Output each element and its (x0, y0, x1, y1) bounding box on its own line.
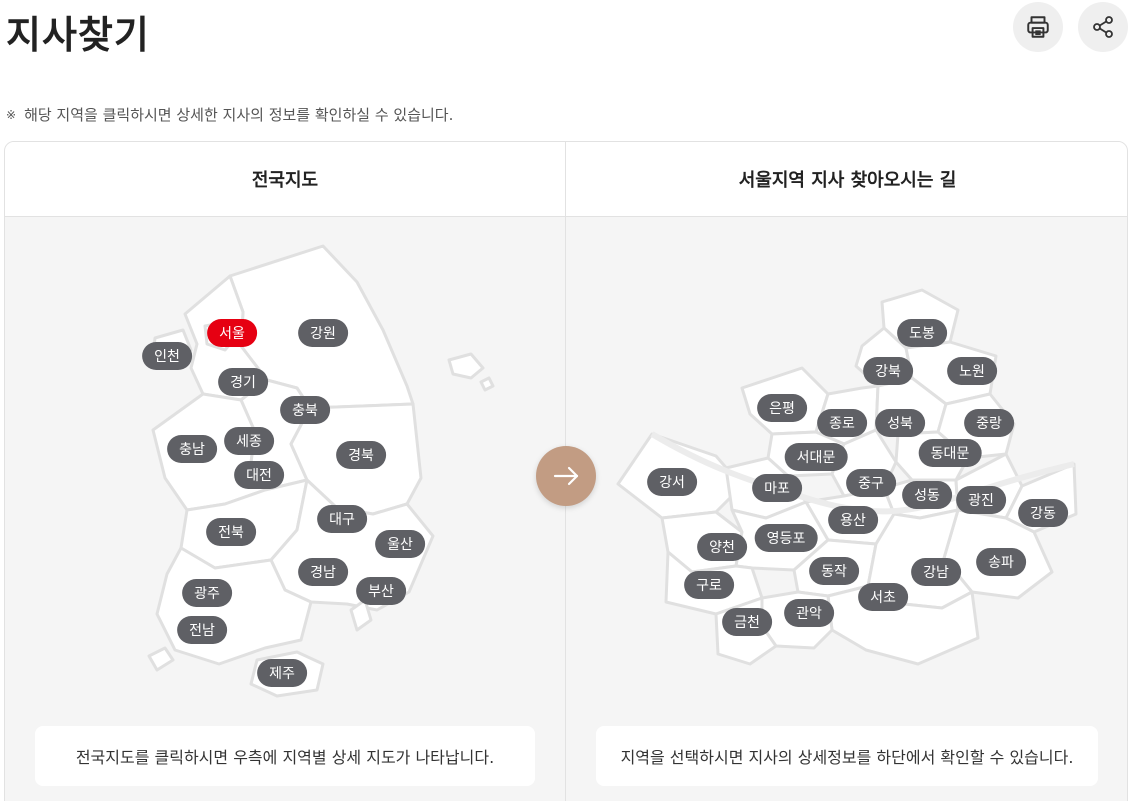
region-label-seoul[interactable]: 서울 (207, 319, 257, 347)
district-label-eunpyeong[interactable]: 은평 (757, 394, 807, 422)
district-label-seongbuk[interactable]: 성북 (875, 409, 925, 437)
notice: ※ 해당 지역을 클릭하시면 상세한 지사의 정보를 확인하실 수 있습니다. (6, 104, 453, 125)
next-map-button[interactable] (536, 446, 596, 506)
region-label-jeonnam[interactable]: 전남 (177, 616, 227, 644)
national-map-info: 전국지도를 클릭하시면 우측에 지역별 상세 지도가 나타납니다. (35, 726, 535, 786)
region-label-incheon[interactable]: 인천 (142, 342, 192, 370)
district-label-dongdaemun[interactable]: 동대문 (918, 439, 982, 467)
notice-text: 해당 지역을 클릭하시면 상세한 지사의 정보를 확인하실 수 있습니다. (24, 106, 454, 124)
region-label-jeonbuk[interactable]: 전북 (206, 518, 256, 546)
arrow-right-icon (553, 466, 579, 486)
seoul-map-column: 서울지역 지사 찾아오시는 길 지역을 선택하시면 지사의 상세정보를 하단에서… (565, 142, 1127, 801)
seoul-map-header: 서울지역 지사 찾아오시는 길 (566, 142, 1127, 217)
seoul-map-info: 지역을 선택하시면 지사의 상세정보를 하단에서 확인할 수 있습니다. (596, 726, 1098, 786)
district-label-mapo[interactable]: 마포 (752, 474, 802, 502)
district-label-junggu[interactable]: 중구 (846, 469, 896, 497)
national-map-column: 전국지도 전국지도를 클릭하시면 우측에 지역별 상세 지도가 나타납니다. (5, 142, 565, 801)
region-label-daejeon[interactable]: 대전 (234, 461, 284, 489)
district-label-yangcheon[interactable]: 양천 (697, 533, 747, 561)
region-label-gyeongbuk[interactable]: 경북 (336, 441, 386, 469)
district-label-jungnang[interactable]: 중랑 (964, 409, 1014, 437)
region-label-chungnam[interactable]: 충남 (167, 435, 217, 463)
district-label-nowon[interactable]: 노원 (947, 357, 997, 385)
map-island-sw (147, 646, 175, 672)
district-label-gangbuk[interactable]: 강북 (863, 357, 913, 385)
region-label-gyeongnam[interactable]: 경남 (298, 558, 348, 586)
district-label-seodaemun[interactable]: 서대문 (784, 443, 848, 471)
district-label-gangseo[interactable]: 강서 (647, 468, 697, 496)
region-label-busan[interactable]: 부산 (356, 577, 406, 605)
korea-map (147, 244, 495, 698)
region-label-gangwon[interactable]: 강원 (298, 319, 348, 347)
district-label-yongsan[interactable]: 용산 (828, 506, 878, 534)
print-button[interactable] (1013, 2, 1063, 52)
district-label-songpa[interactable]: 송파 (976, 548, 1026, 576)
share-icon (1093, 16, 1113, 38)
district-label-guro[interactable]: 구로 (684, 571, 734, 599)
district-label-dobong[interactable]: 도봉 (897, 319, 947, 347)
region-label-sejong[interactable]: 세종 (224, 427, 274, 455)
branch-map-panel: 전국지도 전국지도를 클릭하시면 우측에 지역별 상세 지도가 나타납니다. 서… (4, 141, 1128, 801)
district-label-gangnam[interactable]: 강남 (911, 558, 961, 586)
map-island-dokdo (479, 376, 495, 392)
page-title: 지사찾기 (6, 13, 150, 57)
district-label-geumcheon[interactable]: 금천 (722, 608, 772, 636)
district-label-gangdong[interactable]: 강동 (1018, 499, 1068, 527)
region-label-daegu[interactable]: 대구 (317, 505, 367, 533)
district-label-yeongdeungpo[interactable]: 영등포 (754, 524, 818, 552)
region-label-gyeonggi[interactable]: 경기 (218, 368, 268, 396)
district-label-seocho[interactable]: 서초 (858, 583, 908, 611)
district-label-seongdong[interactable]: 성동 (902, 481, 952, 509)
national-map-header: 전국지도 (5, 142, 565, 217)
district-label-gwanak[interactable]: 관악 (784, 599, 834, 627)
region-label-ulsan[interactable]: 울산 (375, 530, 425, 558)
region-label-chungbuk[interactable]: 충북 (280, 396, 330, 424)
region-label-gwangju[interactable]: 광주 (182, 579, 232, 607)
map-island-ulleung (447, 352, 485, 380)
district-label-dongjak[interactable]: 동작 (809, 557, 859, 585)
printer-icon (1027, 16, 1049, 38)
region-label-jeju[interactable]: 제주 (257, 659, 307, 687)
share-button[interactable] (1078, 2, 1128, 52)
district-label-jongno[interactable]: 종로 (817, 409, 867, 437)
district-label-gwangjin[interactable]: 광진 (956, 486, 1006, 514)
notice-mark: ※ (6, 107, 17, 122)
